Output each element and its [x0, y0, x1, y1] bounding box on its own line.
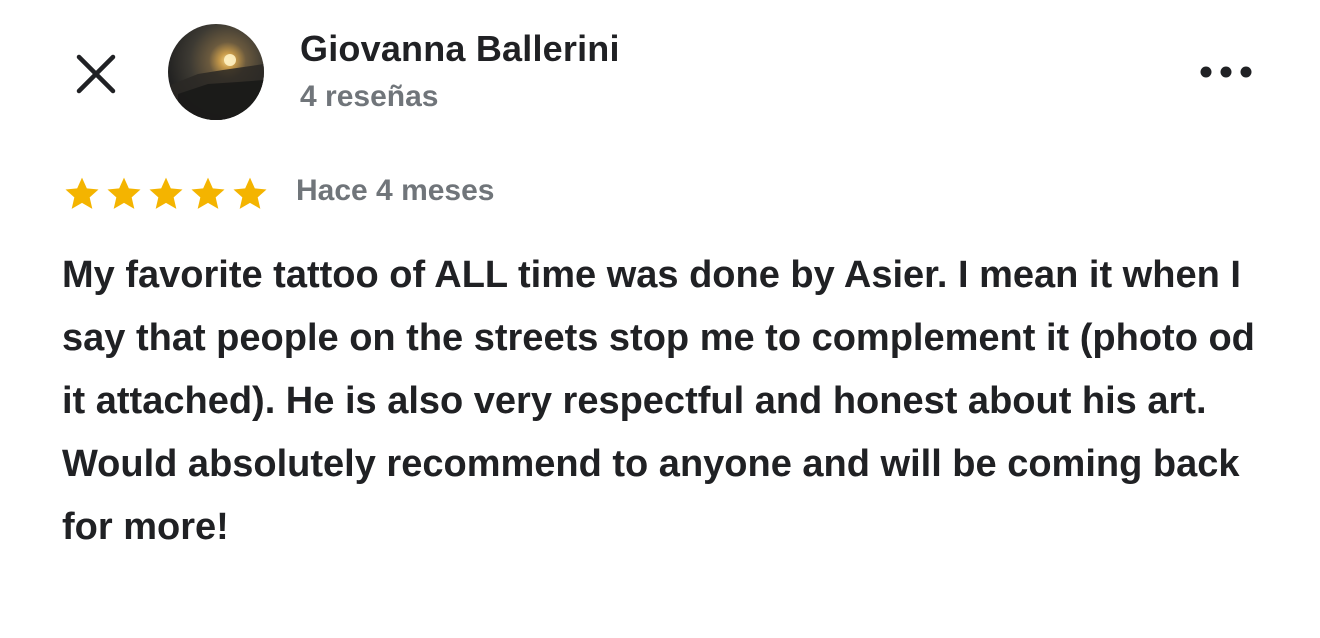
close-button[interactable]: [72, 50, 120, 98]
star-icon: [65, 177, 99, 209]
reviewer-name[interactable]: Giovanna Ballerini: [300, 28, 620, 70]
reviewer-photo: [168, 54, 264, 120]
star-icon: [233, 177, 267, 209]
review-text: My favorite tattoo of ALL time was done …: [62, 254, 1255, 548]
review-date: Hace 4 meses: [296, 174, 495, 207]
more-options-button[interactable]: [1196, 56, 1256, 88]
close-icon: [76, 54, 116, 94]
more-horizontal-icon: [1200, 66, 1252, 78]
review-count[interactable]: 4 reseñas: [300, 80, 438, 114]
star-icon: [191, 177, 225, 209]
avatar[interactable]: [168, 24, 264, 120]
star-rating: [62, 174, 270, 214]
star-icon: [149, 177, 183, 209]
star-icon: [107, 177, 141, 209]
